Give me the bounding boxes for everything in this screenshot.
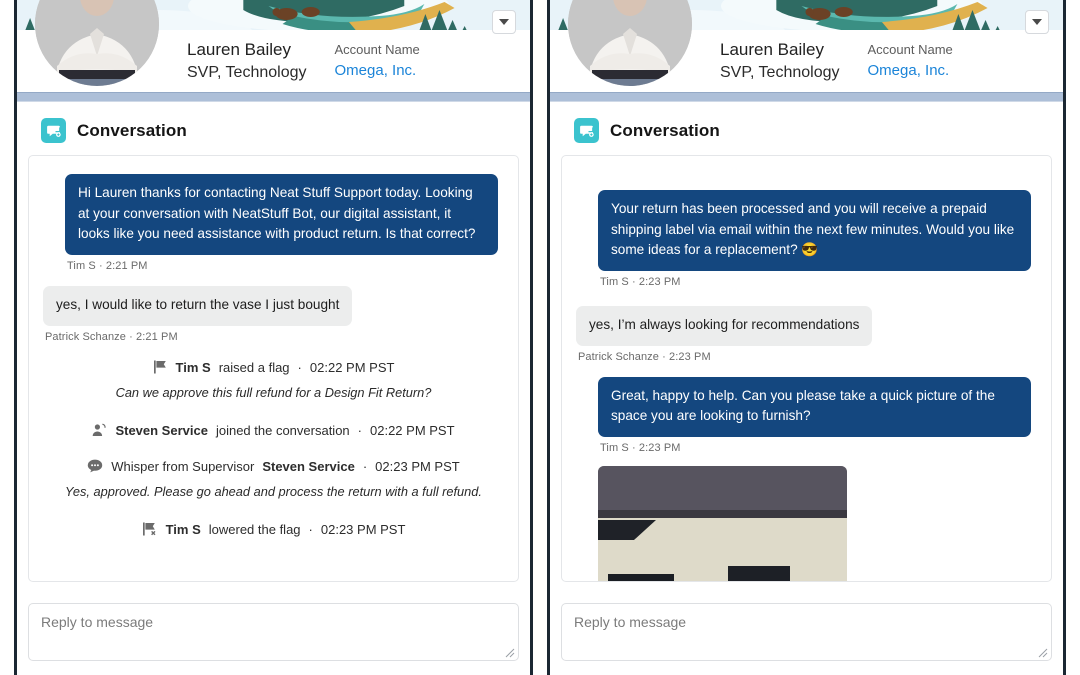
screenshot-root: Lauren Bailey SVP, Technology Account Na…: [0, 0, 1080, 675]
panel-divider-strip: [550, 92, 1063, 102]
account-name-link[interactable]: Omega, Inc.: [335, 60, 420, 83]
conversation-title: Conversation: [77, 120, 187, 140]
event-time: 02:23 PM PST: [375, 458, 460, 474]
conversation-header: Conversation: [561, 114, 1052, 155]
event-time: 02:22 PM PST: [309, 359, 395, 375]
conversation-section: Conversation Hi Lauren thanks for contac…: [17, 102, 530, 592]
agent-message-bubble: Great, happy to help. Can you please tak…: [598, 376, 1032, 437]
flag-raised-icon: [153, 360, 168, 374]
conversation-header: Conversation: [28, 114, 519, 155]
reply-input[interactable]: Reply to message: [28, 603, 519, 661]
conversation-section: Conversation Your return has been proces…: [550, 102, 1063, 592]
event-time: 02:23 PM PST: [320, 522, 406, 537]
event-actor: Steven Service: [262, 458, 355, 474]
message-thread[interactable]: Your return has been processed and you w…: [561, 155, 1052, 582]
person-title: SVP, Technology: [187, 63, 307, 81]
resize-handle-icon[interactable]: [503, 646, 515, 658]
chevron-down-icon: [499, 19, 509, 25]
flag-lowered-icon: [142, 522, 158, 537]
header-actions-dropdown-button[interactable]: [1025, 10, 1049, 34]
account-field: Account Name Omega, Inc.: [868, 40, 953, 82]
system-event: Steven Service joined the conversation ·…: [43, 423, 504, 438]
whisper-icon: [87, 459, 103, 473]
record-header: Lauren Bailey SVP, Technology Account Na…: [17, 0, 530, 92]
chevron-down-icon: [1032, 19, 1042, 25]
attached-photo[interactable]: [598, 465, 847, 581]
person-name: Lauren Bailey: [187, 39, 291, 59]
event-note: Yes, approved. Please go ahead and proce…: [65, 483, 482, 499]
resize-handle-icon[interactable]: [1036, 646, 1048, 658]
event-prefix: Whisper from Supervisor: [111, 458, 255, 474]
message-item: yes, I’m always looking for recommendati…: [576, 305, 1037, 363]
message-meta: Tim S · 2:23 PM: [600, 441, 681, 454]
event-actor: Steven Service: [115, 422, 208, 438]
event-action: joined the conversation: [215, 422, 350, 438]
agent-message-bubble: Your return has been processed and you w…: [598, 190, 1032, 271]
person-title: SVP, Technology: [720, 63, 840, 81]
account-field: Account Name Omega, Inc.: [335, 40, 420, 82]
system-event: Tim S lowered the flag · 02:23 PM PST: [43, 522, 504, 537]
event-action: raised a flag: [218, 359, 290, 375]
event-separator: ·: [357, 422, 362, 438]
message-item: Your return has been processed and you w…: [576, 190, 1037, 288]
header-actions-dropdown-button[interactable]: [492, 10, 516, 34]
system-event: Tim S raised a flag · 02:22 PM PST Can w…: [43, 360, 504, 402]
message-thread[interactable]: Hi Lauren thanks for contacting Neat Stu…: [28, 155, 519, 582]
left-conversation-panel: Lauren Bailey SVP, Technology Account Na…: [14, 0, 533, 675]
conversation-icon: [574, 118, 599, 143]
account-name-label: Account Name: [334, 42, 420, 57]
message-item: Great, happy to help. Can you please tak…: [576, 376, 1037, 454]
message-item: yes, I would like to return the vase I j…: [43, 285, 504, 343]
reply-area: Reply to message: [550, 592, 1063, 675]
system-event: Whisper from Supervisor Steven Service ·…: [43, 459, 504, 501]
event-actor: Tim S: [165, 522, 201, 537]
conversation-icon: [41, 118, 66, 143]
reply-input[interactable]: Reply to message: [561, 603, 1052, 661]
reply-placeholder: Reply to message: [574, 614, 687, 630]
message-meta: Tim S · 2:23 PM: [600, 275, 681, 288]
panel-divider-strip: [17, 92, 530, 102]
right-conversation-panel: Lauren Bailey SVP, Technology Account Na…: [547, 0, 1066, 675]
record-header: Lauren Bailey SVP, Technology Account Na…: [550, 0, 1063, 92]
customer-message-bubble: yes, I would like to return the vase I j…: [43, 285, 353, 326]
event-action: lowered the flag: [208, 522, 301, 537]
conversation-title: Conversation: [610, 120, 720, 140]
event-separator: ·: [362, 458, 368, 474]
message-item: Hi Lauren thanks for contacting Neat Stu…: [43, 174, 504, 272]
person-join-icon: [92, 423, 107, 437]
agent-message-bubble: Hi Lauren thanks for contacting Neat Stu…: [65, 174, 499, 255]
event-actor: Tim S: [175, 359, 211, 375]
customer-message-bubble: yes, I’m always looking for recommendati…: [576, 305, 873, 346]
reply-placeholder: Reply to message: [41, 614, 154, 630]
message-meta: Patrick Schanze · 2:21 PM: [45, 330, 178, 343]
event-note: Can we approve this full refund for a De…: [115, 384, 432, 400]
message-meta: Patrick Schanze · 2:23 PM: [578, 350, 711, 363]
message-meta: Tim S · 2:21 PM: [67, 259, 148, 272]
event-time: 02:22 PM PST: [370, 422, 455, 438]
account-name-link[interactable]: Omega, Inc.: [868, 60, 953, 83]
event-separator: ·: [308, 522, 313, 537]
room-photo-icon: [598, 465, 847, 581]
reply-area: Reply to message: [17, 592, 530, 675]
account-name-label: Account Name: [867, 42, 953, 57]
event-separator: ·: [297, 359, 302, 375]
person-name: Lauren Bailey: [720, 39, 824, 59]
